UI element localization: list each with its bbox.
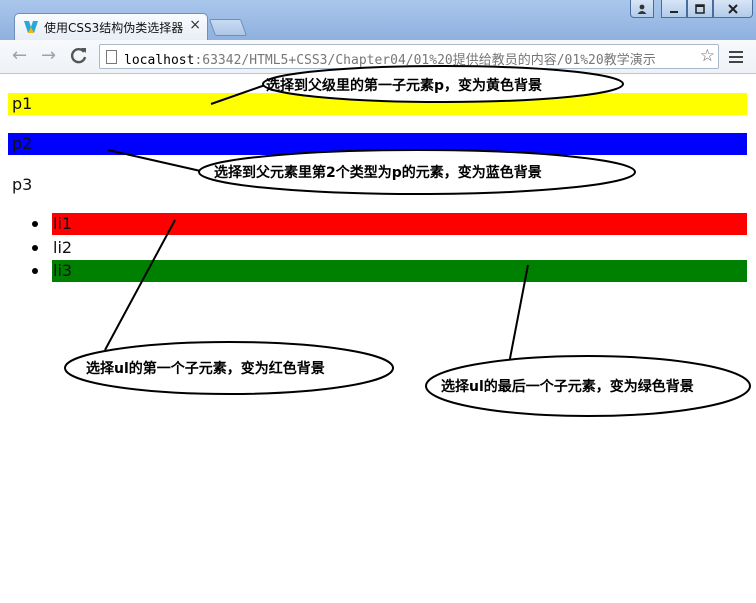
leader-line — [107, 149, 206, 173]
annotation-ul-first-child: 选择ul的第一个子元素，变为红色背景 — [86, 361, 325, 377]
leader-line — [210, 83, 269, 105]
annotation-ul-last-child: 选择ul的最后一个子元素，变为绿色背景 — [441, 379, 694, 395]
annotation-first-child-p: 选择到父级里的第一子元素p，变为黄色背景 — [266, 78, 543, 94]
annotation-nth-of-type-p: 选择到父元素里第2个类型为p的元素，变为蓝色背景 — [214, 165, 542, 181]
leader-line — [104, 219, 176, 351]
